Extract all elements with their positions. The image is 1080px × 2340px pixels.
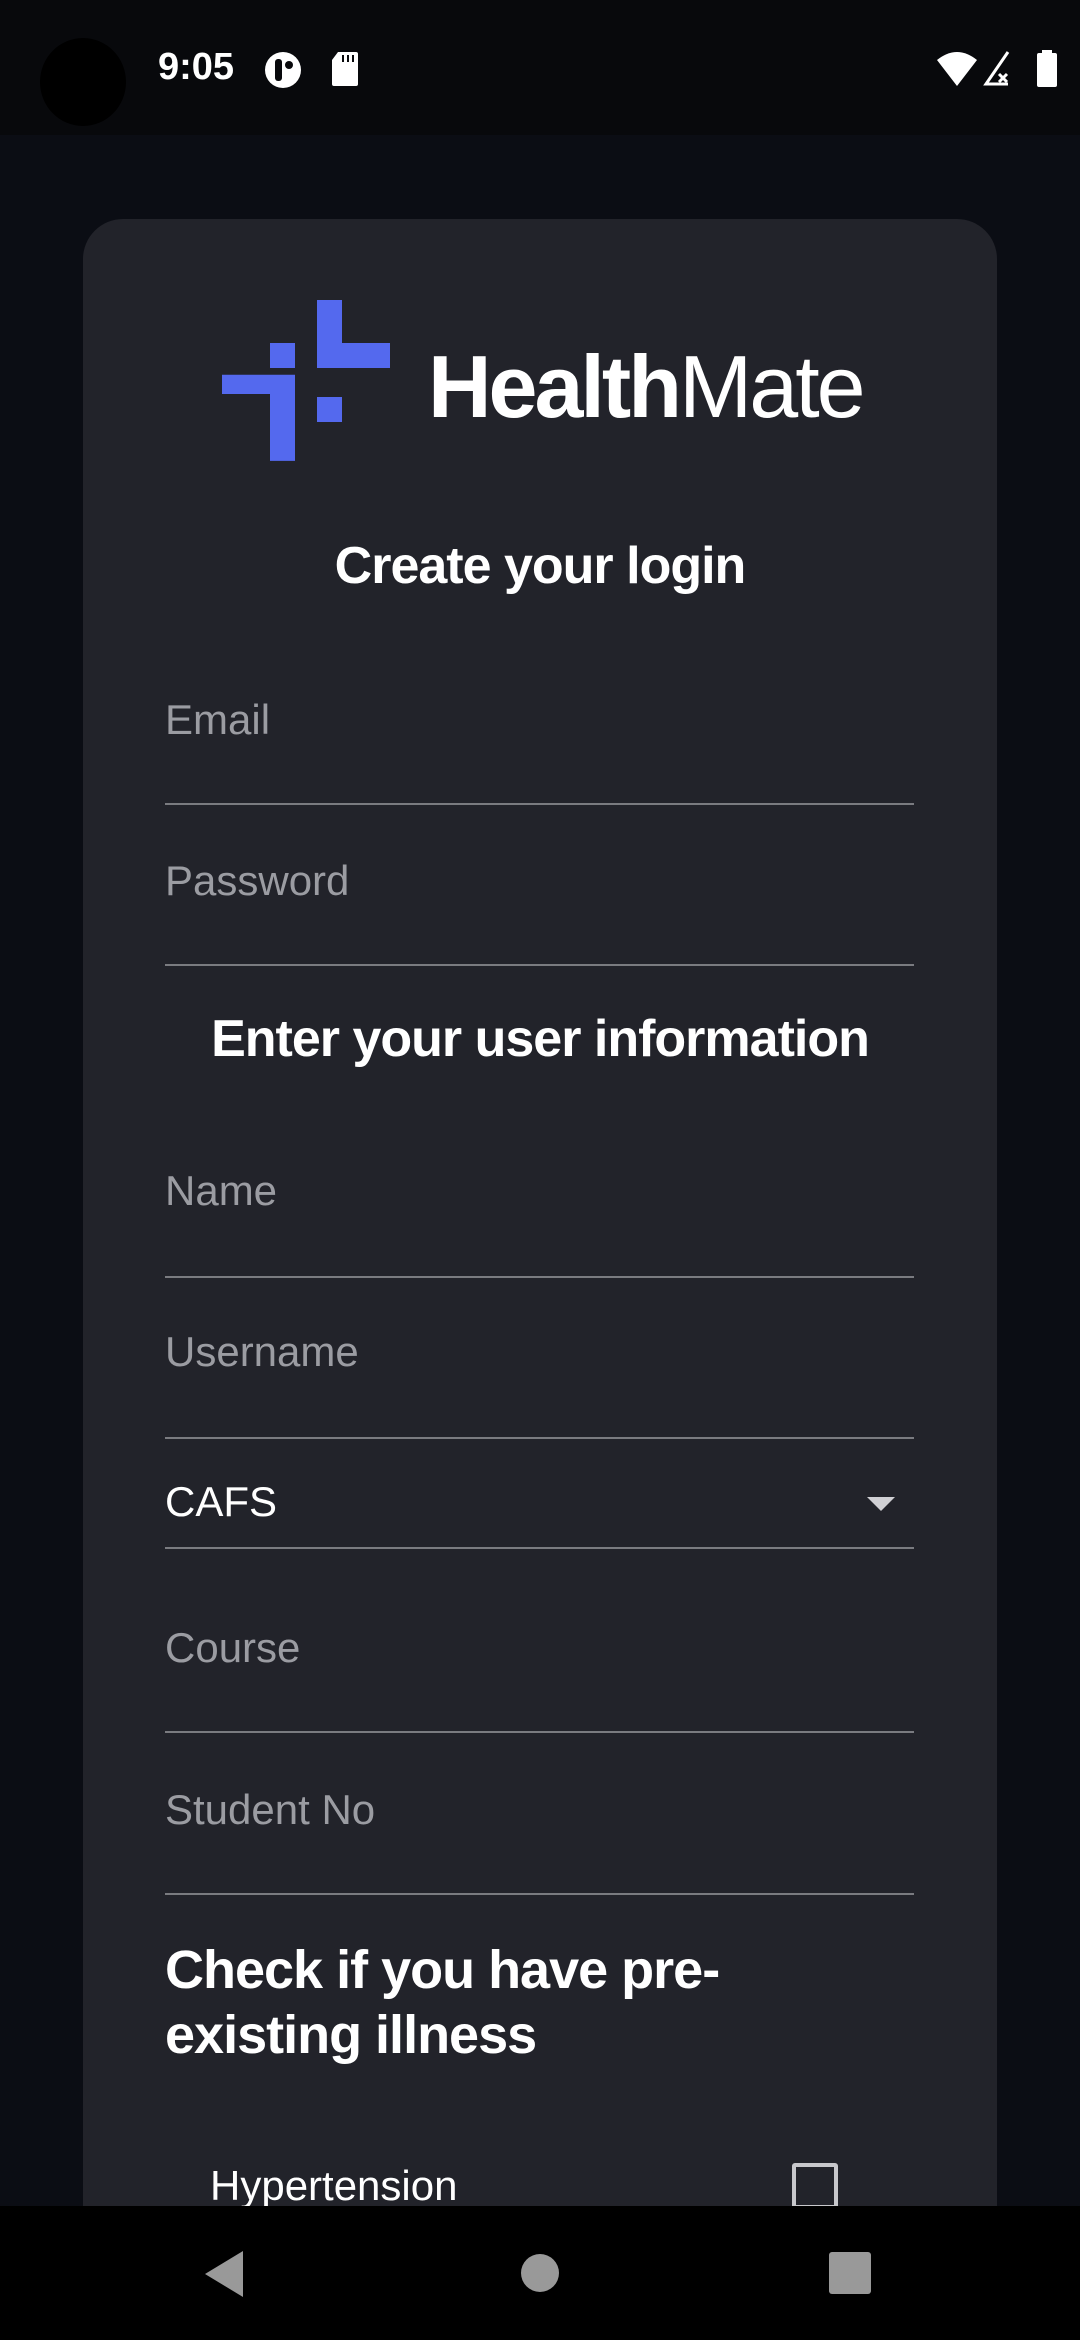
email-input[interactable]: Email — [165, 696, 270, 744]
course-underline — [165, 1731, 914, 1733]
name-underline — [165, 1276, 914, 1278]
student-no-underline — [165, 1893, 914, 1895]
wifi-icon — [937, 52, 977, 86]
illness-label-hypertension: Hypertension — [210, 2162, 458, 2209]
brand-name: HealthMate — [428, 336, 866, 438]
camera-cutout — [40, 38, 126, 126]
hypertension-checkbox[interactable] — [792, 2163, 838, 2209]
chevron-down-icon[interactable] — [867, 1497, 895, 1513]
college-dropdown[interactable]: CAFS — [165, 1478, 277, 1526]
username-underline — [165, 1437, 914, 1439]
password-input[interactable]: Password — [165, 857, 349, 905]
home-icon[interactable] — [520, 2253, 560, 2293]
brand-name-light: Mate — [678, 337, 866, 436]
status-time: 9:05 — [158, 46, 235, 88]
user-info-title: Enter your user information — [211, 1010, 870, 1068]
healthmate-logo-icon — [222, 300, 390, 461]
back-icon[interactable] — [205, 2251, 245, 2297]
login-title: Create your login — [334, 537, 747, 595]
status-bar: 9:05 — [0, 0, 1080, 135]
signal-no-service-icon — [983, 51, 1010, 86]
navigation-bar — [0, 2206, 1080, 2340]
student-no-input[interactable]: Student No — [165, 1786, 375, 1834]
brand-name-bold: Health — [428, 337, 682, 436]
recents-icon[interactable] — [829, 2252, 871, 2294]
password-underline — [165, 964, 914, 966]
email-underline — [165, 803, 914, 805]
college-underline — [165, 1547, 914, 1549]
name-input[interactable]: Name — [165, 1167, 277, 1215]
illness-title: Check if you have pre-existing illness — [165, 1940, 720, 2065]
username-input[interactable]: Username — [165, 1328, 359, 1376]
course-input[interactable]: Course — [165, 1624, 300, 1672]
notification-app-icon — [265, 52, 301, 88]
sd-card-icon — [332, 52, 358, 86]
battery-icon — [1037, 50, 1057, 87]
